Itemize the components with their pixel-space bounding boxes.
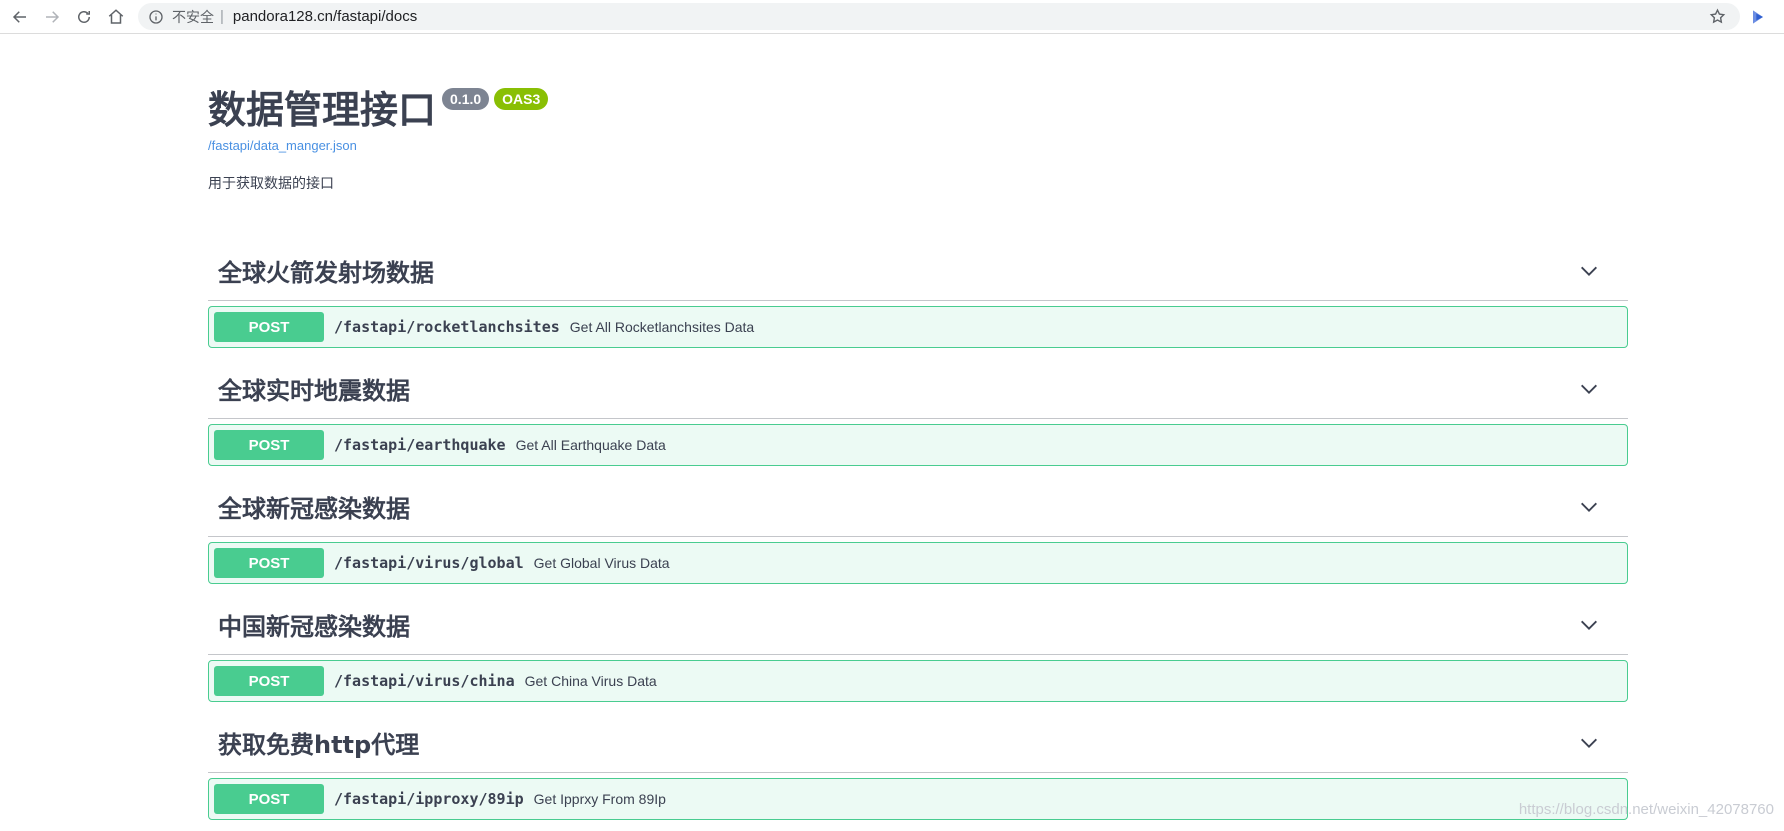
tag-section: 中国新冠感染数据 POST /fastapi/virus/china Get C… xyxy=(208,595,1628,702)
tag-name: 全球新冠感染数据 xyxy=(218,489,410,524)
operation-block[interactable]: POST /fastapi/rocketlanchsites Get All R… xyxy=(208,306,1628,348)
home-button[interactable] xyxy=(100,1,132,33)
chevron-down-icon[interactable] xyxy=(1578,496,1600,518)
operation-block[interactable]: POST /fastapi/virus/china Get China Viru… xyxy=(208,660,1628,702)
tag-name: 全球实时地震数据 xyxy=(218,371,410,406)
tag-header[interactable]: 全球新冠感染数据 xyxy=(208,477,1628,537)
tag-section: 获取免费http代理 POST /fastapi/ipproxy/89ip Ge… xyxy=(208,713,1628,820)
tag-name: 中国新冠感染数据 xyxy=(218,607,410,642)
operation-path[interactable]: /fastapi/virus/china xyxy=(334,672,515,690)
method-badge[interactable]: POST xyxy=(214,666,324,696)
oas-badge: OAS3 xyxy=(494,88,548,110)
operation-summary[interactable]: Get All Earthquake Data xyxy=(516,437,666,453)
operation-summary[interactable]: Get All Rocketlanchsites Data xyxy=(570,319,754,335)
tag-name: 获取免费http代理 xyxy=(218,725,419,760)
info-header: 数据管理接口 0.1.0 OAS3 xyxy=(208,86,1628,134)
method-badge[interactable]: POST xyxy=(214,548,324,578)
tag-section: 全球新冠感染数据 POST /fastapi/virus/global Get … xyxy=(208,477,1628,584)
operation-summary[interactable]: Get Ipprxy From 89Ip xyxy=(534,791,666,807)
operation-path[interactable]: /fastapi/virus/global xyxy=(334,554,524,572)
method-badge[interactable]: POST xyxy=(214,312,324,342)
browser-toolbar: 不安全 | pandora128.cn/fastapi/docs xyxy=(0,0,1784,34)
info-icon[interactable] xyxy=(148,9,164,25)
operation-path[interactable]: /fastapi/earthquake xyxy=(334,436,506,454)
tag-name: 全球火箭发射场数据 xyxy=(218,253,434,288)
arrow-left-icon xyxy=(11,8,29,26)
method-badge[interactable]: POST xyxy=(214,784,324,814)
chevron-down-icon[interactable] xyxy=(1578,614,1600,636)
operation-path[interactable]: /fastapi/rocketlanchsites xyxy=(334,318,560,336)
chevron-down-icon[interactable] xyxy=(1578,378,1600,400)
arrow-right-icon xyxy=(43,8,61,26)
operation-block[interactable]: POST /fastapi/virus/global Get Global Vi… xyxy=(208,542,1628,584)
tag-header[interactable]: 全球实时地震数据 xyxy=(208,359,1628,419)
reload-icon xyxy=(75,8,93,26)
tag-header[interactable]: 全球火箭发射场数据 xyxy=(208,241,1628,301)
api-title: 数据管理接口 xyxy=(208,86,436,134)
swagger-ui: 数据管理接口 0.1.0 OAS3 /fastapi/data_manger.j… xyxy=(208,34,1628,831)
bookmark-star-icon[interactable] xyxy=(1709,8,1726,25)
watermark: https://blog.csdn.net/weixin_42078760 xyxy=(1519,801,1774,818)
url-text[interactable]: pandora128.cn/fastapi/docs xyxy=(233,8,417,25)
chevron-down-icon[interactable] xyxy=(1578,732,1600,754)
home-icon xyxy=(107,8,125,26)
chevron-down-icon[interactable] xyxy=(1578,260,1600,282)
security-label[interactable]: 不安全 xyxy=(172,7,214,27)
operation-block[interactable]: POST /fastapi/ipproxy/89ip Get Ipprxy Fr… xyxy=(208,778,1628,820)
address-bar[interactable]: 不安全 | pandora128.cn/fastapi/docs xyxy=(138,3,1740,30)
forward-button[interactable] xyxy=(36,1,68,33)
extension-icon[interactable] xyxy=(1748,7,1768,27)
tag-list: 全球火箭发射场数据 POST /fastapi/rocketlanchsites… xyxy=(208,241,1628,820)
version-badge: 0.1.0 xyxy=(442,88,489,110)
spec-json-link[interactable]: /fastapi/data_manger.json xyxy=(208,138,1628,153)
reload-button[interactable] xyxy=(68,1,100,33)
operation-path[interactable]: /fastapi/ipproxy/89ip xyxy=(334,790,524,808)
operation-summary[interactable]: Get Global Virus Data xyxy=(534,555,670,571)
tag-section: 全球实时地震数据 POST /fastapi/earthquake Get Al… xyxy=(208,359,1628,466)
api-description: 用于获取数据的接口 xyxy=(208,173,1628,193)
tag-header[interactable]: 中国新冠感染数据 xyxy=(208,595,1628,655)
method-badge[interactable]: POST xyxy=(214,430,324,460)
back-button[interactable] xyxy=(4,1,36,33)
operation-block[interactable]: POST /fastapi/earthquake Get All Earthqu… xyxy=(208,424,1628,466)
tag-section: 全球火箭发射场数据 POST /fastapi/rocketlanchsites… xyxy=(208,241,1628,348)
operation-summary[interactable]: Get China Virus Data xyxy=(525,673,657,689)
tag-header[interactable]: 获取免费http代理 xyxy=(208,713,1628,773)
separator: | xyxy=(220,8,224,25)
